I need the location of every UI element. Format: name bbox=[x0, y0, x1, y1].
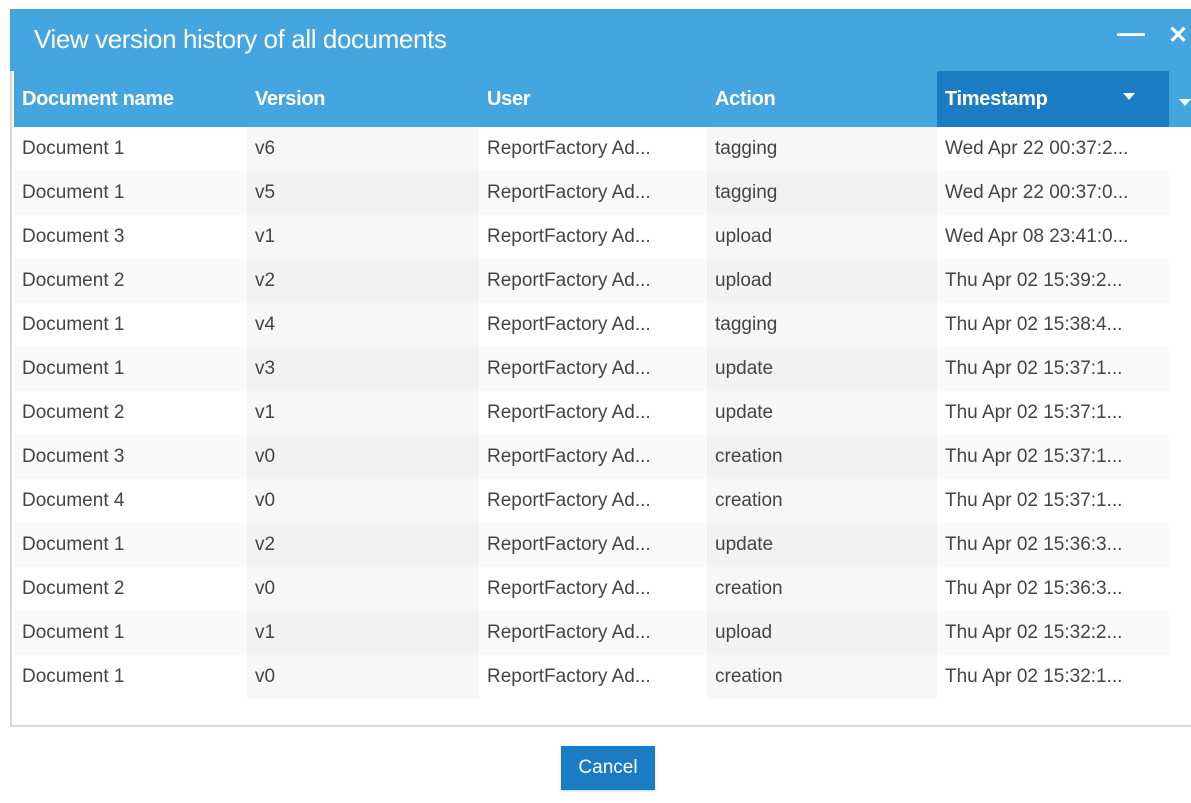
cell-version: v0 bbox=[247, 435, 479, 479]
cell-version: v2 bbox=[247, 523, 479, 567]
cell-version: v0 bbox=[247, 655, 479, 699]
cell-timestamp: Thu Apr 02 15:36:3... bbox=[945, 578, 1123, 599]
cell-user: ReportFactory Ad... bbox=[487, 138, 651, 159]
cell-document-name: Document 3 bbox=[22, 226, 125, 247]
table-row[interactable]: Document 2 v2 ReportFactory Ad... upload Thu… bbox=[14, 259, 1191, 303]
table-row[interactable]: Document 1 v0 ReportFactory Ad... creation T… bbox=[14, 655, 1191, 699]
cell-document-name: Document 1 bbox=[22, 314, 125, 335]
cell-timestamp: Wed Apr 08 23:41:0... bbox=[945, 226, 1129, 247]
cell-timestamp: Thu Apr 02 15:37:1... bbox=[937, 347, 1169, 391]
table-row[interactable]: Document 4 v0 ReportFactory Ad... creation T… bbox=[14, 479, 1191, 523]
column-header-version[interactable]: Version bbox=[247, 71, 479, 127]
cell-version: v5 bbox=[247, 171, 479, 215]
cell-version: v1 bbox=[247, 215, 479, 259]
cell-version: v0 bbox=[247, 479, 479, 523]
cell-version: v0 bbox=[247, 567, 479, 611]
table-row[interactable]: Document 1 v2 ReportFactory Ad... update Thu… bbox=[14, 523, 1191, 567]
cell-user: ReportFactory Ad... bbox=[479, 347, 707, 391]
cell-document-name: Document 1 bbox=[14, 347, 247, 391]
cancel-button[interactable]: Cancel bbox=[561, 746, 655, 790]
cell-user: ReportFactory Ad... bbox=[487, 314, 651, 335]
cell-timestamp: Thu Apr 02 15:32:2... bbox=[937, 611, 1169, 655]
minimize-icon[interactable]: — bbox=[1117, 17, 1145, 49]
cell-timestamp: Thu Apr 02 15:37:1... bbox=[937, 435, 1169, 479]
cell-action: creation bbox=[707, 567, 937, 611]
cell-action: upload bbox=[707, 215, 937, 259]
cell-version: v4 bbox=[247, 303, 479, 347]
cell-user: ReportFactory Ad... bbox=[479, 259, 707, 303]
cell-version: v2 bbox=[247, 259, 479, 303]
cell-version: v1 bbox=[247, 391, 479, 435]
dialog-titlebar[interactable]: View version history of all documents — … bbox=[10, 9, 1191, 71]
close-icon[interactable]: ✕ bbox=[1168, 21, 1188, 50]
cell-version: v6 bbox=[247, 127, 479, 171]
cell-timestamp: Thu Apr 02 15:32:1... bbox=[945, 666, 1123, 687]
cell-document-name: Document 2 bbox=[22, 578, 125, 599]
cell-document-name: Document 1 bbox=[14, 611, 247, 655]
cell-document-name: Document 1 bbox=[14, 171, 247, 215]
cell-action: creation bbox=[707, 655, 937, 699]
cell-document-name: Document 2 bbox=[14, 259, 247, 303]
version-history-grid: Document name Version User Action Timest… bbox=[10, 71, 1191, 727]
cell-user: ReportFactory Ad... bbox=[479, 171, 707, 215]
sort-desc-icon[interactable] bbox=[1123, 93, 1135, 100]
cell-user: ReportFactory Ad... bbox=[487, 490, 651, 511]
cell-action: creation bbox=[707, 479, 937, 523]
table-row[interactable]: Document 2 v1 ReportFactory Ad... update Thu… bbox=[14, 391, 1191, 435]
cell-action: update bbox=[707, 523, 937, 567]
column-header-timestamp-label: Timestamp bbox=[945, 88, 1048, 110]
grid-body: Document 1 v6 ReportFactory Ad... tagging We… bbox=[14, 127, 1191, 699]
cell-user: ReportFactory Ad... bbox=[487, 578, 651, 599]
cell-action: upload bbox=[707, 611, 937, 655]
cell-user: ReportFactory Ad... bbox=[479, 523, 707, 567]
cell-document-name: Document 1 bbox=[22, 138, 125, 159]
cell-action: upload bbox=[707, 259, 937, 303]
cell-user: ReportFactory Ad... bbox=[479, 611, 707, 655]
cell-timestamp: Thu Apr 02 15:37:1... bbox=[945, 490, 1123, 511]
table-row[interactable]: Document 1 v4 ReportFactory Ad... tagging Th… bbox=[14, 303, 1191, 347]
cell-document-name: Document 1 bbox=[22, 666, 125, 687]
cell-action: tagging bbox=[707, 303, 937, 347]
column-menu-icon[interactable] bbox=[1179, 99, 1191, 106]
grid-header: Document name Version User Action Timest… bbox=[14, 71, 1191, 127]
cell-user: ReportFactory Ad... bbox=[487, 402, 651, 423]
cell-document-name: Document 3 bbox=[14, 435, 247, 479]
cell-timestamp: Wed Apr 22 00:37:0... bbox=[937, 171, 1169, 215]
cell-user: ReportFactory Ad... bbox=[487, 226, 651, 247]
cell-action: update bbox=[707, 347, 937, 391]
table-row[interactable]: Document 1 v6 ReportFactory Ad... tagging We… bbox=[14, 127, 1191, 171]
cell-timestamp: Wed Apr 22 00:37:2... bbox=[945, 138, 1129, 159]
column-header-timestamp[interactable]: Timestamp bbox=[937, 71, 1169, 127]
cell-action: tagging bbox=[707, 127, 937, 171]
cell-document-name: Document 1 bbox=[14, 523, 247, 567]
cell-timestamp: Thu Apr 02 15:37:1... bbox=[945, 402, 1123, 423]
cell-user: ReportFactory Ad... bbox=[479, 435, 707, 479]
cell-action: creation bbox=[707, 435, 937, 479]
cell-timestamp: Thu Apr 02 15:39:2... bbox=[937, 259, 1169, 303]
cell-document-name: Document 2 bbox=[22, 402, 125, 423]
dialog-title: View version history of all documents bbox=[34, 24, 447, 54]
table-row[interactable]: Document 3 v1 ReportFactory Ad... upload Wed… bbox=[14, 215, 1191, 259]
table-row[interactable]: Document 1 v5 ReportFactory Ad... tagging We… bbox=[14, 171, 1191, 215]
cell-version: v1 bbox=[247, 611, 479, 655]
cell-action: update bbox=[707, 391, 937, 435]
table-row[interactable]: Document 1 v3 ReportFactory Ad... update Thu… bbox=[14, 347, 1191, 391]
cell-user: ReportFactory Ad... bbox=[487, 666, 651, 687]
cell-action: tagging bbox=[707, 171, 937, 215]
cell-document-name: Document 4 bbox=[22, 490, 125, 511]
cell-version: v3 bbox=[247, 347, 479, 391]
table-row[interactable]: Document 2 v0 ReportFactory Ad... creation T… bbox=[14, 567, 1191, 611]
cell-timestamp: Thu Apr 02 15:36:3... bbox=[937, 523, 1169, 567]
column-header-user[interactable]: User bbox=[479, 71, 707, 127]
table-row[interactable]: Document 1 v1 ReportFactory Ad... upload Thu… bbox=[14, 611, 1191, 655]
cell-timestamp: Thu Apr 02 15:38:4... bbox=[945, 314, 1123, 335]
table-row[interactable]: Document 3 v0 ReportFactory Ad... creation T… bbox=[14, 435, 1191, 479]
column-header-document-name[interactable]: Document name bbox=[14, 71, 247, 127]
version-history-dialog: View version history of all documents — … bbox=[10, 9, 1191, 803]
column-header-action[interactable]: Action bbox=[707, 71, 937, 127]
